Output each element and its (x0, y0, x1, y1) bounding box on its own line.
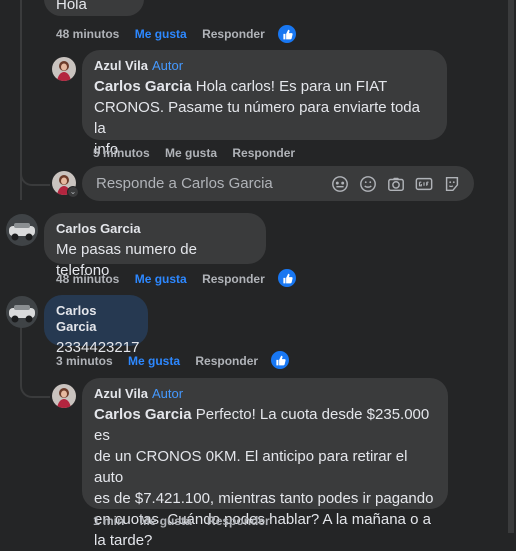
comment-text: Hola (56, 0, 87, 13)
avatar[interactable] (52, 384, 76, 408)
mention-link[interactable]: Carlos Garcia (94, 406, 192, 423)
comment-time[interactable]: 48 minutos (56, 272, 119, 286)
reply-bubble: Azul Vila Autor Carlos Garcia Hola carlos… (82, 50, 447, 158)
reply-bubble: Azul Vila Autor Carlos Garcia Perfecto! L… (82, 378, 448, 549)
avatar[interactable] (6, 214, 38, 246)
thread-connector (20, 360, 50, 398)
like-button[interactable]: Me gusta (135, 27, 187, 41)
comment-bubble: Hola (44, 0, 144, 16)
mention-link[interactable]: Carlos Garcia (94, 78, 192, 95)
comment-text: Carlos Garcia Perfecto! La cuota desde $… (94, 406, 434, 549)
comment-time[interactable]: 3 minutos (56, 354, 113, 368)
author-name[interactable]: Azul Vila (94, 58, 148, 73)
reply-button[interactable]: Responder (207, 514, 270, 528)
comment-author: Azul Vila Autor (94, 58, 435, 74)
comment-time[interactable]: 48 minutos (56, 27, 119, 41)
reply-button[interactable]: Responder (202, 27, 265, 41)
author-badge: Autor (151, 58, 184, 73)
comment-author[interactable]: Carlos Garcia (56, 303, 136, 335)
avatar[interactable] (6, 296, 38, 328)
like-reaction-icon[interactable] (269, 349, 291, 371)
like-button[interactable]: Me gusta (140, 514, 192, 528)
comment-actions: 48 minutos Me gusta Responder (56, 27, 277, 41)
like-reaction-icon[interactable] (276, 23, 298, 45)
thread-connector (20, 150, 50, 186)
emoji-icon[interactable] (358, 174, 378, 194)
reply-button[interactable]: Responder (195, 354, 258, 368)
sticker-icon[interactable] (442, 174, 462, 194)
author-badge: Autor (151, 386, 184, 401)
comment-actions: 1 min Me gusta Responder (93, 514, 282, 528)
author-name[interactable]: Azul Vila (94, 386, 148, 401)
highlighted-comment-bubble: Carlos Garcia 2334423217 (44, 295, 148, 356)
reply-button[interactable]: Responder (202, 272, 265, 286)
like-reaction-icon[interactable] (276, 267, 298, 289)
reply-composer (82, 166, 474, 201)
comment-author: Azul Vila Autor (94, 386, 436, 402)
comment-time[interactable]: 5 minutos (93, 146, 150, 160)
like-button[interactable]: Me gusta (165, 146, 217, 160)
reply-input[interactable] (94, 174, 322, 193)
scrollbar[interactable] (508, 0, 514, 533)
like-button[interactable]: Me gusta (135, 272, 187, 286)
comment-actions: 48 minutos Me gusta Responder (56, 272, 277, 286)
avatar[interactable] (52, 57, 76, 81)
gif-icon[interactable] (414, 174, 434, 194)
avatar-sticker-icon[interactable] (330, 174, 350, 194)
camera-icon[interactable] (386, 174, 406, 194)
account-switch-icon[interactable]: ⌄ (67, 186, 79, 198)
comment-actions: 5 minutos Me gusta Responder (93, 146, 307, 160)
comment-bubble: Carlos Garcia Me pasas numero de telefon… (44, 213, 266, 279)
reply-button[interactable]: Responder (232, 146, 295, 160)
comment-time[interactable]: 1 min (93, 514, 124, 528)
comment-actions: 3 minutos Me gusta Responder (56, 354, 270, 368)
like-button[interactable]: Me gusta (128, 354, 180, 368)
comment-author[interactable]: Carlos Garcia (56, 221, 254, 237)
